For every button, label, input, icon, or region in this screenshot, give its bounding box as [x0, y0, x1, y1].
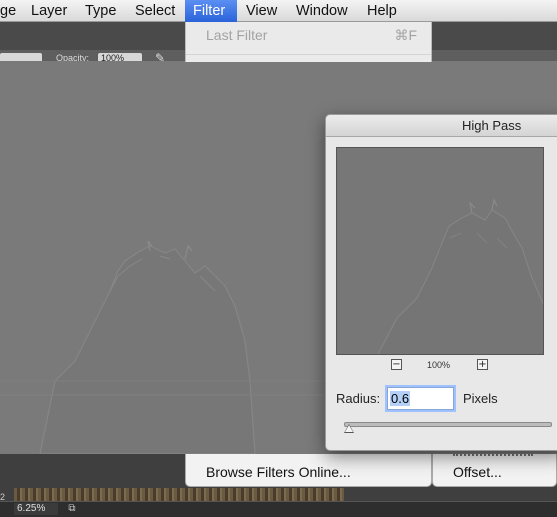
menu-window[interactable]: Window	[288, 0, 356, 22]
submenu-divider	[453, 454, 533, 457]
preview-zoom-percent: 100%	[427, 360, 451, 370]
menu-select[interactable]: Select	[127, 0, 183, 22]
menu-item-last-filter[interactable]: Last Filter	[206, 26, 267, 44]
last-filter-shortcut: ⌘F	[394, 27, 417, 43]
menu-image[interactable]: ge	[0, 0, 24, 22]
photoshop-window: ge Layer Type Select Filter View Window …	[0, 0, 557, 517]
zoom-level-field[interactable]: 6.25%	[14, 503, 58, 515]
zoom-in-button[interactable]: +	[477, 359, 488, 370]
filter-preview[interactable]	[336, 147, 544, 355]
menu-type[interactable]: Type	[77, 0, 124, 22]
menu-bar: ge Layer Type Select Filter View Window …	[0, 0, 557, 22]
menu-view[interactable]: View	[238, 0, 285, 22]
dialog-titlebar[interactable]: High Pass	[326, 115, 557, 137]
menu-help[interactable]: Help	[359, 0, 405, 22]
filter-menu-dropdown: Last Filter ⌘F	[185, 22, 432, 62]
menu-filter[interactable]: Filter	[185, 0, 237, 22]
radius-slider-thumb[interactable]	[344, 424, 354, 433]
zoom-out-button[interactable]: −	[391, 359, 402, 370]
units-label: Pixels	[463, 391, 498, 406]
menu-layer[interactable]: Layer	[23, 0, 75, 22]
menu-item-offset[interactable]: Offset...	[453, 463, 502, 481]
status-bar	[0, 501, 557, 517]
radius-value: 0.6	[390, 391, 411, 406]
preview-image	[337, 148, 543, 354]
high-pass-dialog: High Pass − 100% + Radius: 0.6 Pixels	[325, 114, 557, 451]
radius-slider[interactable]	[344, 422, 552, 427]
radius-label: Radius:	[336, 391, 381, 406]
other-submenu: Offset...	[432, 454, 557, 487]
filter-menu-dropdown-bottom: Browse Filters Online...	[185, 454, 432, 487]
dialog-title: High Pass	[462, 118, 522, 133]
menu-separator	[186, 54, 431, 55]
radius-input[interactable]: 0.6	[387, 387, 454, 410]
document-info-icon[interactable]: ⧉	[64, 503, 80, 515]
menu-item-browse-filters-online[interactable]: Browse Filters Online...	[206, 463, 351, 481]
